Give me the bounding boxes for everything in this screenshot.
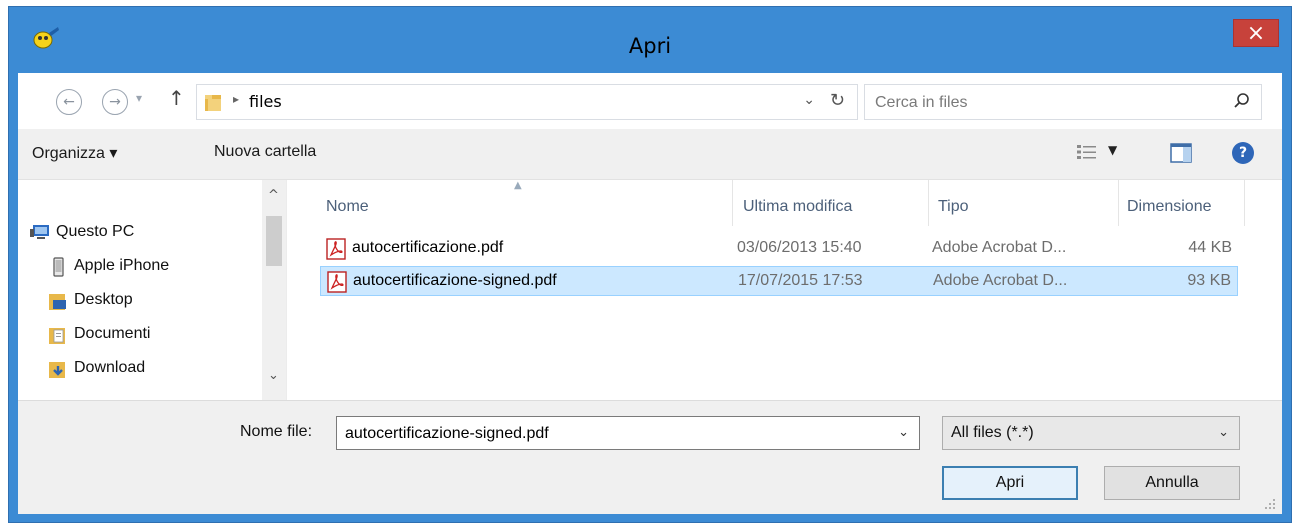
scrollbar-thumb[interactable] (266, 216, 282, 266)
title-bar[interactable]: Apri × (9, 7, 1291, 73)
up-arrow-icon[interactable]: ↑ (168, 86, 185, 110)
file-modified: 03/06/2013 15:40 (737, 239, 862, 256)
computer-icon (30, 225, 49, 239)
command-toolbar: Organizza ▾ Nuova cartella ▼ ? (18, 129, 1282, 180)
resize-grip-icon[interactable] (1264, 498, 1276, 510)
file-name: autocertificazione.pdf (352, 239, 504, 256)
column-divider[interactable] (1118, 180, 1119, 226)
download-folder-icon (49, 362, 65, 378)
column-header-modified[interactable]: Ultima modifica (743, 198, 852, 216)
help-icon[interactable]: ? (1232, 142, 1254, 164)
filename-label: Nome file: (240, 423, 313, 440)
back-arrow-icon[interactable]: ← (56, 89, 82, 115)
column-divider[interactable] (732, 180, 733, 226)
cancel-button[interactable]: Annulla (1104, 466, 1240, 500)
breadcrumb-files[interactable]: files (249, 92, 282, 111)
search-input[interactable] (873, 85, 1217, 121)
pdf-file-icon (326, 238, 346, 260)
refresh-icon[interactable]: ↻ (830, 90, 845, 111)
file-modified: 17/07/2015 17:53 (738, 272, 863, 289)
dialog-body: ← → ▾ ↑ ▸ files ⌄ ↻ Organizza ▾ Nuova c (18, 73, 1282, 514)
documents-folder-icon (49, 328, 65, 344)
folder-icon (205, 95, 221, 111)
view-list-icon[interactable] (1076, 143, 1098, 161)
preview-pane-icon[interactable] (1170, 142, 1192, 164)
column-header-name[interactable]: Nome (326, 198, 369, 216)
navigation-pane: Questo PC Apple iPhone Desktop Documenti… (18, 180, 287, 400)
filename-combobox[interactable]: ⌄ (336, 416, 920, 451)
file-name: autocertificazione-signed.pdf (353, 272, 557, 289)
address-bar[interactable]: ▸ files ⌄ ↻ (196, 84, 858, 120)
desktop-folder-icon (49, 294, 66, 310)
scroll-up-icon[interactable]: ^ (268, 188, 279, 203)
navigation-scrollbar[interactable]: ^ ⌄ (262, 180, 286, 400)
sort-ascending-icon: ▲ (514, 180, 522, 191)
search-box[interactable] (864, 84, 1262, 121)
column-header-type[interactable]: Tipo (938, 198, 969, 216)
recent-locations-dropdown-icon[interactable]: ▾ (136, 91, 142, 105)
filename-input[interactable] (343, 417, 877, 451)
file-type-filter-value: All files (*.*) (951, 424, 1034, 441)
file-list: ▲ Nome Ultima modifica Tipo Dimensione a… (288, 180, 1282, 400)
file-size: 44 KB (1188, 239, 1232, 256)
pdf-file-icon (327, 271, 347, 293)
column-divider[interactable] (1244, 180, 1245, 226)
address-dropdown-icon[interactable]: ⌄ (803, 92, 815, 108)
breadcrumb-separator-icon[interactable]: ▸ (233, 92, 239, 106)
dialog-footer: Nome file: ⌄ All files (*.*) ⌄ Apri Annu… (18, 400, 1282, 514)
filename-dropdown-icon[interactable]: ⌄ (898, 425, 909, 440)
filter-dropdown-icon[interactable]: ⌄ (1218, 425, 1229, 440)
file-row-selected[interactable]: autocertificazione-signed.pdf 17/07/2015… (320, 266, 1238, 296)
file-type-filter[interactable]: All files (*.*) ⌄ (942, 416, 1240, 450)
view-options-dropdown-icon[interactable]: ▼ (1108, 143, 1117, 157)
column-divider[interactable] (928, 180, 929, 226)
file-size: 93 KB (1187, 272, 1231, 289)
organize-button[interactable]: Organizza ▾ (32, 143, 117, 163)
dialog-title: Apri (628, 34, 672, 58)
forward-arrow-icon[interactable]: → (102, 89, 128, 115)
scroll-down-icon[interactable]: ⌄ (268, 368, 279, 383)
file-type: Adobe Acrobat D... (933, 272, 1068, 289)
open-button[interactable]: Apri (942, 466, 1078, 500)
open-file-dialog: Apri × ← → ▾ ↑ ▸ files ⌄ ↻ Cerca in file… (8, 6, 1292, 523)
file-row[interactable]: autocertificazione.pdf 03/06/2013 15:40 … (320, 234, 1238, 264)
close-button[interactable]: × (1233, 19, 1279, 47)
file-type: Adobe Acrobat D... (932, 239, 1067, 256)
phone-icon (53, 257, 64, 277)
new-folder-button[interactable]: Nuova cartella (214, 143, 316, 161)
column-header-size[interactable]: Dimensione (1127, 198, 1211, 216)
search-icon[interactable] (1233, 92, 1251, 110)
